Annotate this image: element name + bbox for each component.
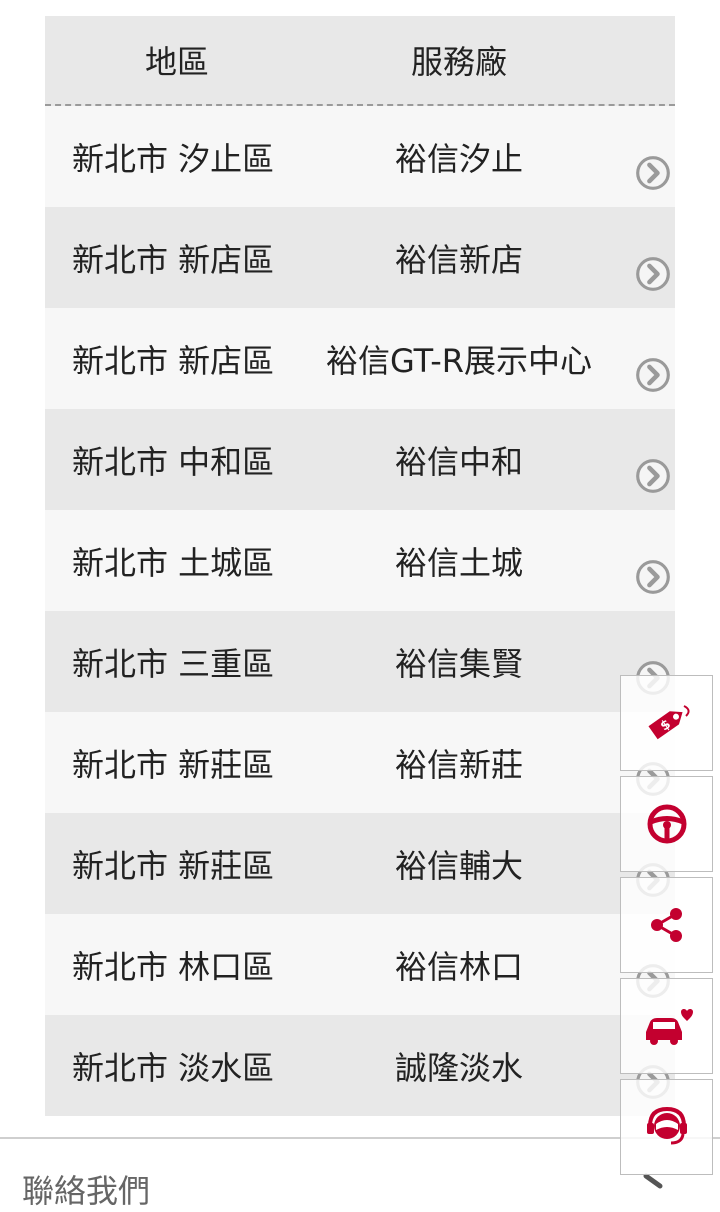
favorite-car-button[interactable] [620, 978, 713, 1074]
table-row[interactable]: 新北市 汐止區 裕信汐止 [45, 106, 675, 207]
service-center-cell[interactable]: 裕信中和 [309, 437, 609, 483]
share-button[interactable] [620, 877, 713, 973]
table-row[interactable]: 新北市 土城區 裕信土城 [45, 510, 675, 611]
steering-wheel-icon [647, 804, 686, 844]
chevron-circle-right-icon[interactable] [635, 458, 671, 494]
table-row[interactable]: 新北市 淡水區 誠隆淡水 [45, 1015, 675, 1116]
footer-divider [0, 1137, 720, 1139]
customer-service-button[interactable] [620, 1079, 713, 1175]
region-cell: 新北市 淡水區 [72, 1048, 275, 1087]
column-header-service-center: 服務廠 [410, 43, 507, 81]
table-row[interactable]: 新北市 三重區 裕信集賢 [45, 611, 675, 712]
region-cell: 新北市 新莊區 [72, 846, 275, 885]
region-cell: 新北市 新店區 [72, 240, 275, 279]
region-cell: 新北市 新店區 [72, 341, 275, 380]
region-cell: 新北市 林口區 [72, 947, 275, 986]
service-center-cell[interactable]: 裕信土城 [309, 538, 609, 584]
service-center-cell[interactable]: 裕信林口 [309, 942, 609, 988]
table-row[interactable]: 新北市 中和區 裕信中和 [45, 409, 675, 510]
chevron-circle-right-icon[interactable] [635, 559, 671, 595]
table-row[interactable]: 新北市 新店區 裕信GT-R展示中心 [45, 308, 675, 409]
column-header-region: 地區 [144, 43, 209, 81]
column-header-spacer [609, 16, 675, 104]
service-center-cell[interactable]: 裕信新店 [309, 235, 609, 281]
share-icon [650, 908, 682, 942]
chevron-circle-right-icon[interactable] [635, 357, 671, 393]
quote-button[interactable]: $ [620, 675, 713, 771]
table-row[interactable]: 新北市 新店區 裕信新店 [45, 207, 675, 308]
region-cell: 新北市 三重區 [72, 644, 275, 683]
region-cell: 新北市 新莊區 [72, 745, 275, 784]
service-center-cell[interactable]: 裕信汐止 [309, 134, 609, 180]
customer-service-headset-icon [646, 1106, 687, 1145]
chevron-circle-right-icon[interactable] [635, 256, 671, 292]
table-row[interactable]: 新北市 新莊區 裕信輔大 [45, 813, 675, 914]
table-row[interactable]: 新北市 林口區 裕信林口 [45, 914, 675, 1015]
service-center-cell[interactable]: 裕信新莊 [309, 740, 609, 786]
chevron-circle-right-icon[interactable] [635, 155, 671, 191]
table-body: 新北市 汐止區 裕信汐止 新北市 新店區 裕信新店 新北市 新店區 裕信GT-R展示中心新… [45, 106, 675, 1116]
table-header: 地區 服務廠 [45, 16, 675, 106]
service-center-cell[interactable]: 誠隆淡水 [309, 1043, 609, 1089]
contact-us-link[interactable]: 聯絡我們 [22, 1166, 150, 1212]
test-drive-button[interactable] [620, 776, 713, 872]
service-center-cell[interactable]: 裕信集賢 [309, 639, 609, 685]
region-cell: 新北市 中和區 [72, 442, 275, 481]
service-center-cell[interactable]: 裕信輔大 [309, 841, 609, 887]
price-tag-icon: $ [647, 705, 690, 740]
car-heart-icon [645, 1009, 693, 1045]
floating-action-bar: $ [620, 675, 715, 1180]
table-row[interactable]: 新北市 新莊區 裕信新莊 [45, 712, 675, 813]
region-cell: 新北市 汐止區 [72, 139, 275, 178]
service-center-cell[interactable]: 裕信GT-R展示中心 [309, 336, 609, 382]
region-cell: 新北市 土城區 [72, 543, 275, 582]
service-center-table: 地區 服務廠 新北市 汐止區 裕信汐止 新北市 新店區 裕信新店 新北市 新店區 裕信GT… [45, 16, 675, 1116]
